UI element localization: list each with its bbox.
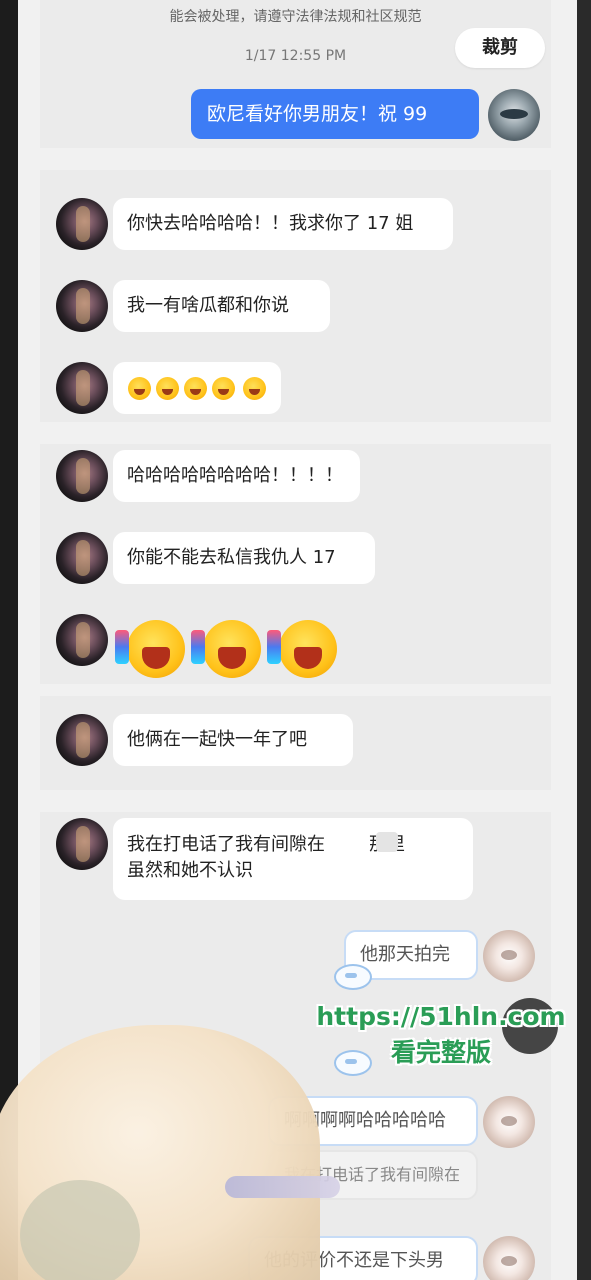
grinning-emoji-icon xyxy=(212,377,235,400)
message-line: 虽然和她不认识 xyxy=(127,860,253,881)
watermark-url: https://51hln.com xyxy=(316,1002,566,1031)
friend-avatar[interactable] xyxy=(56,450,108,502)
watermark: https://51hln.com 看完整版 xyxy=(303,998,579,1070)
crop-button[interactable]: 裁剪 xyxy=(455,28,545,68)
message-bubble: 我一有啥瓜都和你说 xyxy=(113,280,330,332)
friend-avatar[interactable] xyxy=(56,280,108,332)
message-bubble: 哈哈哈哈哈哈哈哈！！！！ xyxy=(113,450,360,502)
friend-avatar[interactable] xyxy=(56,614,108,666)
self-message-bubble: 欧尼看好你男朋友！祝 99 xyxy=(191,89,479,139)
right-frame-edge xyxy=(577,0,591,1280)
message-line: 我在打电话了我有间隙在那里 xyxy=(127,834,405,855)
grinning-emoji-icon xyxy=(128,377,151,400)
finger-shadow xyxy=(20,1180,140,1280)
friend-avatar[interactable] xyxy=(56,714,108,766)
watermark-subtitle: 看完整版 xyxy=(390,1038,491,1067)
other-user-avatar[interactable] xyxy=(483,1236,535,1280)
message-bubble: 你能不能去私信我仇人 17 xyxy=(113,532,375,584)
self-avatar[interactable] xyxy=(488,89,540,141)
other-user-avatar[interactable] xyxy=(483,1096,535,1148)
redacted-mark xyxy=(376,832,398,852)
laughing-sticker-icon xyxy=(267,620,337,678)
grinning-emoji-icon xyxy=(184,377,207,400)
other-user-avatar[interactable] xyxy=(483,930,535,982)
friend-avatar[interactable] xyxy=(56,362,108,414)
tongue-emoji-icon xyxy=(243,377,266,400)
message-bubble: 你快去哈哈哈哈！！我求你了 17 姐 xyxy=(113,198,453,250)
message-bubble: 他俩在一起快一年了吧 xyxy=(113,714,353,766)
moderation-notice: 能会被处理，请遵守法律法规和社区规范 xyxy=(169,9,422,25)
friend-avatar[interactable] xyxy=(56,532,108,584)
grinning-emoji-icon xyxy=(156,377,179,400)
friend-avatar[interactable] xyxy=(56,818,108,870)
laughing-sticker-icon xyxy=(115,620,185,678)
friend-avatar[interactable] xyxy=(56,198,108,250)
message-bubble-multiline: 我在打电话了我有间隙在那里 虽然和她不认识 xyxy=(113,818,473,900)
bear-sticker-icon xyxy=(330,960,372,990)
laughing-sticker-icon xyxy=(191,620,261,678)
censor-smudge xyxy=(225,1176,340,1198)
